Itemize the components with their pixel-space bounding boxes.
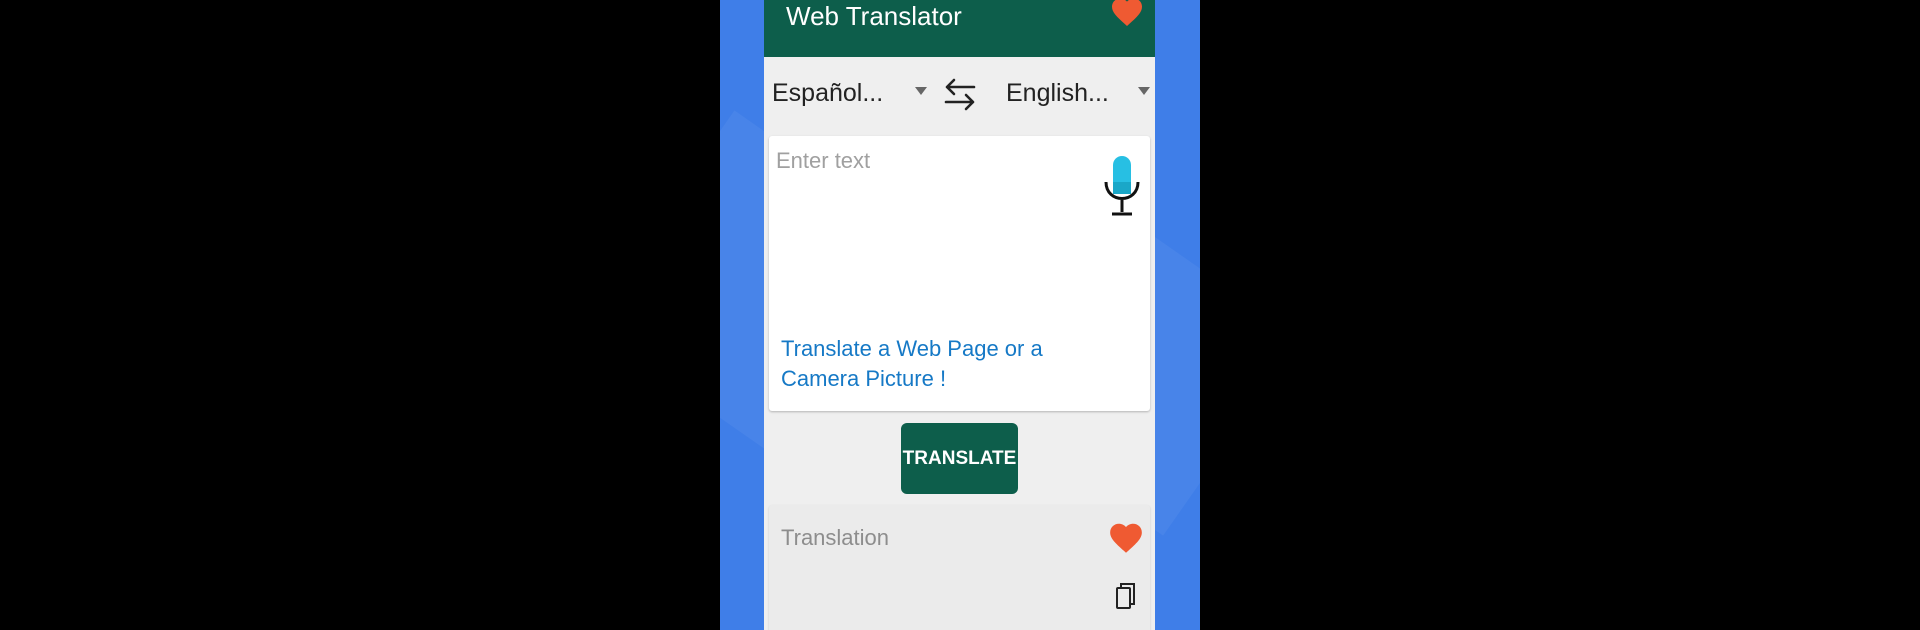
language-selector-row: Español... English... bbox=[764, 57, 1155, 131]
translate-webpage-camera-link[interactable]: Translate a Web Page or a Camera Picture… bbox=[781, 334, 1101, 394]
favorite-heart-icon[interactable] bbox=[1106, 519, 1146, 557]
app-bar: Web Translator bbox=[764, 0, 1155, 57]
input-card[interactable]: Enter text Translate a Web Page or a Cam… bbox=[769, 136, 1150, 411]
translation-label: Translation bbox=[781, 525, 890, 550]
microphone-icon[interactable] bbox=[1103, 156, 1141, 218]
source-language-select[interactable]: Español... bbox=[772, 79, 883, 108]
input-placeholder[interactable]: Enter text bbox=[776, 148, 870, 174]
favorites-heart-icon[interactable] bbox=[1109, 0, 1145, 30]
translate-button[interactable]: TRANSLATE bbox=[901, 423, 1018, 494]
output-card: Translation bbox=[769, 505, 1150, 630]
target-dropdown-arrow-icon[interactable] bbox=[1138, 87, 1150, 95]
app-title: Web Translator bbox=[786, 1, 962, 31]
swap-languages-icon[interactable] bbox=[943, 75, 977, 113]
target-language-select[interactable]: English... bbox=[1006, 79, 1109, 108]
source-dropdown-arrow-icon[interactable] bbox=[915, 87, 927, 95]
copy-icon[interactable] bbox=[1115, 582, 1137, 612]
app-screen: Web Translator Español... English... Ent… bbox=[764, 0, 1155, 630]
